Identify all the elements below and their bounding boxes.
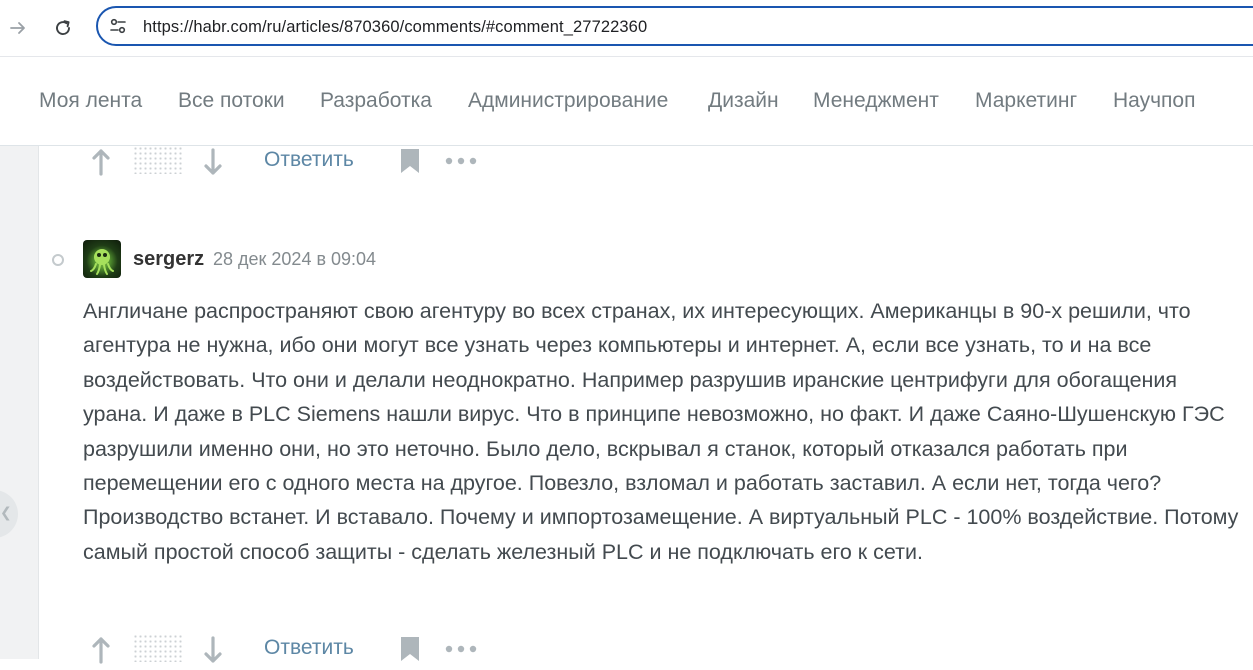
nav-item-design[interactable]: Дизайн (708, 89, 779, 113)
nav-item-administration[interactable]: Администрирование (468, 89, 668, 113)
nav-item-popsci[interactable]: Научпоп (1113, 89, 1195, 113)
nav-item-management[interactable]: Менеджмент (813, 89, 939, 113)
url-text[interactable]: https://habr.com/ru/articles/870360/comm… (143, 18, 647, 37)
previous-comment-actions: Ответить (88, 146, 508, 182)
comment-text: Англичане распространяют свою агентуру в… (83, 299, 1239, 564)
arrow-right-icon (10, 22, 25, 34)
comment-thread-bullet[interactable] (52, 254, 64, 266)
nav-item-development[interactable]: Разработка (320, 89, 432, 113)
vote-score-placeholder (133, 146, 183, 174)
vote-down-icon[interactable] (202, 636, 224, 664)
more-options-icon[interactable] (445, 156, 477, 166)
site-nav: Моя лента Все потоки Разработка Админист… (0, 57, 1253, 146)
vote-up-icon[interactable] (90, 148, 112, 176)
nav-item-marketing[interactable]: Маркетинг (975, 89, 1077, 113)
reply-link[interactable]: Ответить (264, 636, 354, 660)
nav-item-all-streams[interactable]: Все потоки (178, 89, 285, 113)
more-options-icon[interactable] (445, 644, 477, 654)
avatar[interactable] (83, 240, 121, 278)
bookmark-icon[interactable] (399, 148, 421, 174)
reload-icon (56, 20, 70, 35)
browser-toolbar: https://habr.com/ru/articles/870360/comm… (0, 0, 1253, 57)
bookmark-icon[interactable] (399, 636, 421, 662)
address-bar[interactable]: https://habr.com/ru/articles/870360/comm… (96, 6, 1253, 46)
thread-rail (0, 146, 39, 659)
nav-item-my-feed[interactable]: Моя лента (39, 89, 142, 113)
vote-down-icon[interactable] (202, 148, 224, 176)
site-info-icon[interactable] (108, 16, 128, 36)
forward-button[interactable] (4, 14, 32, 42)
comment-author[interactable]: sergerz (133, 248, 204, 271)
reload-button[interactable] (49, 14, 77, 42)
comment-date[interactable]: 28 дек 2024 в 09:04 (213, 249, 376, 270)
chevron-left-icon: ❮ (0, 504, 12, 520)
reply-link[interactable]: Ответить (264, 148, 354, 172)
vote-score-placeholder (133, 634, 183, 662)
vote-up-icon[interactable] (90, 636, 112, 664)
alien-avatar-icon (90, 249, 114, 275)
comment-actions: Ответить (88, 634, 508, 670)
